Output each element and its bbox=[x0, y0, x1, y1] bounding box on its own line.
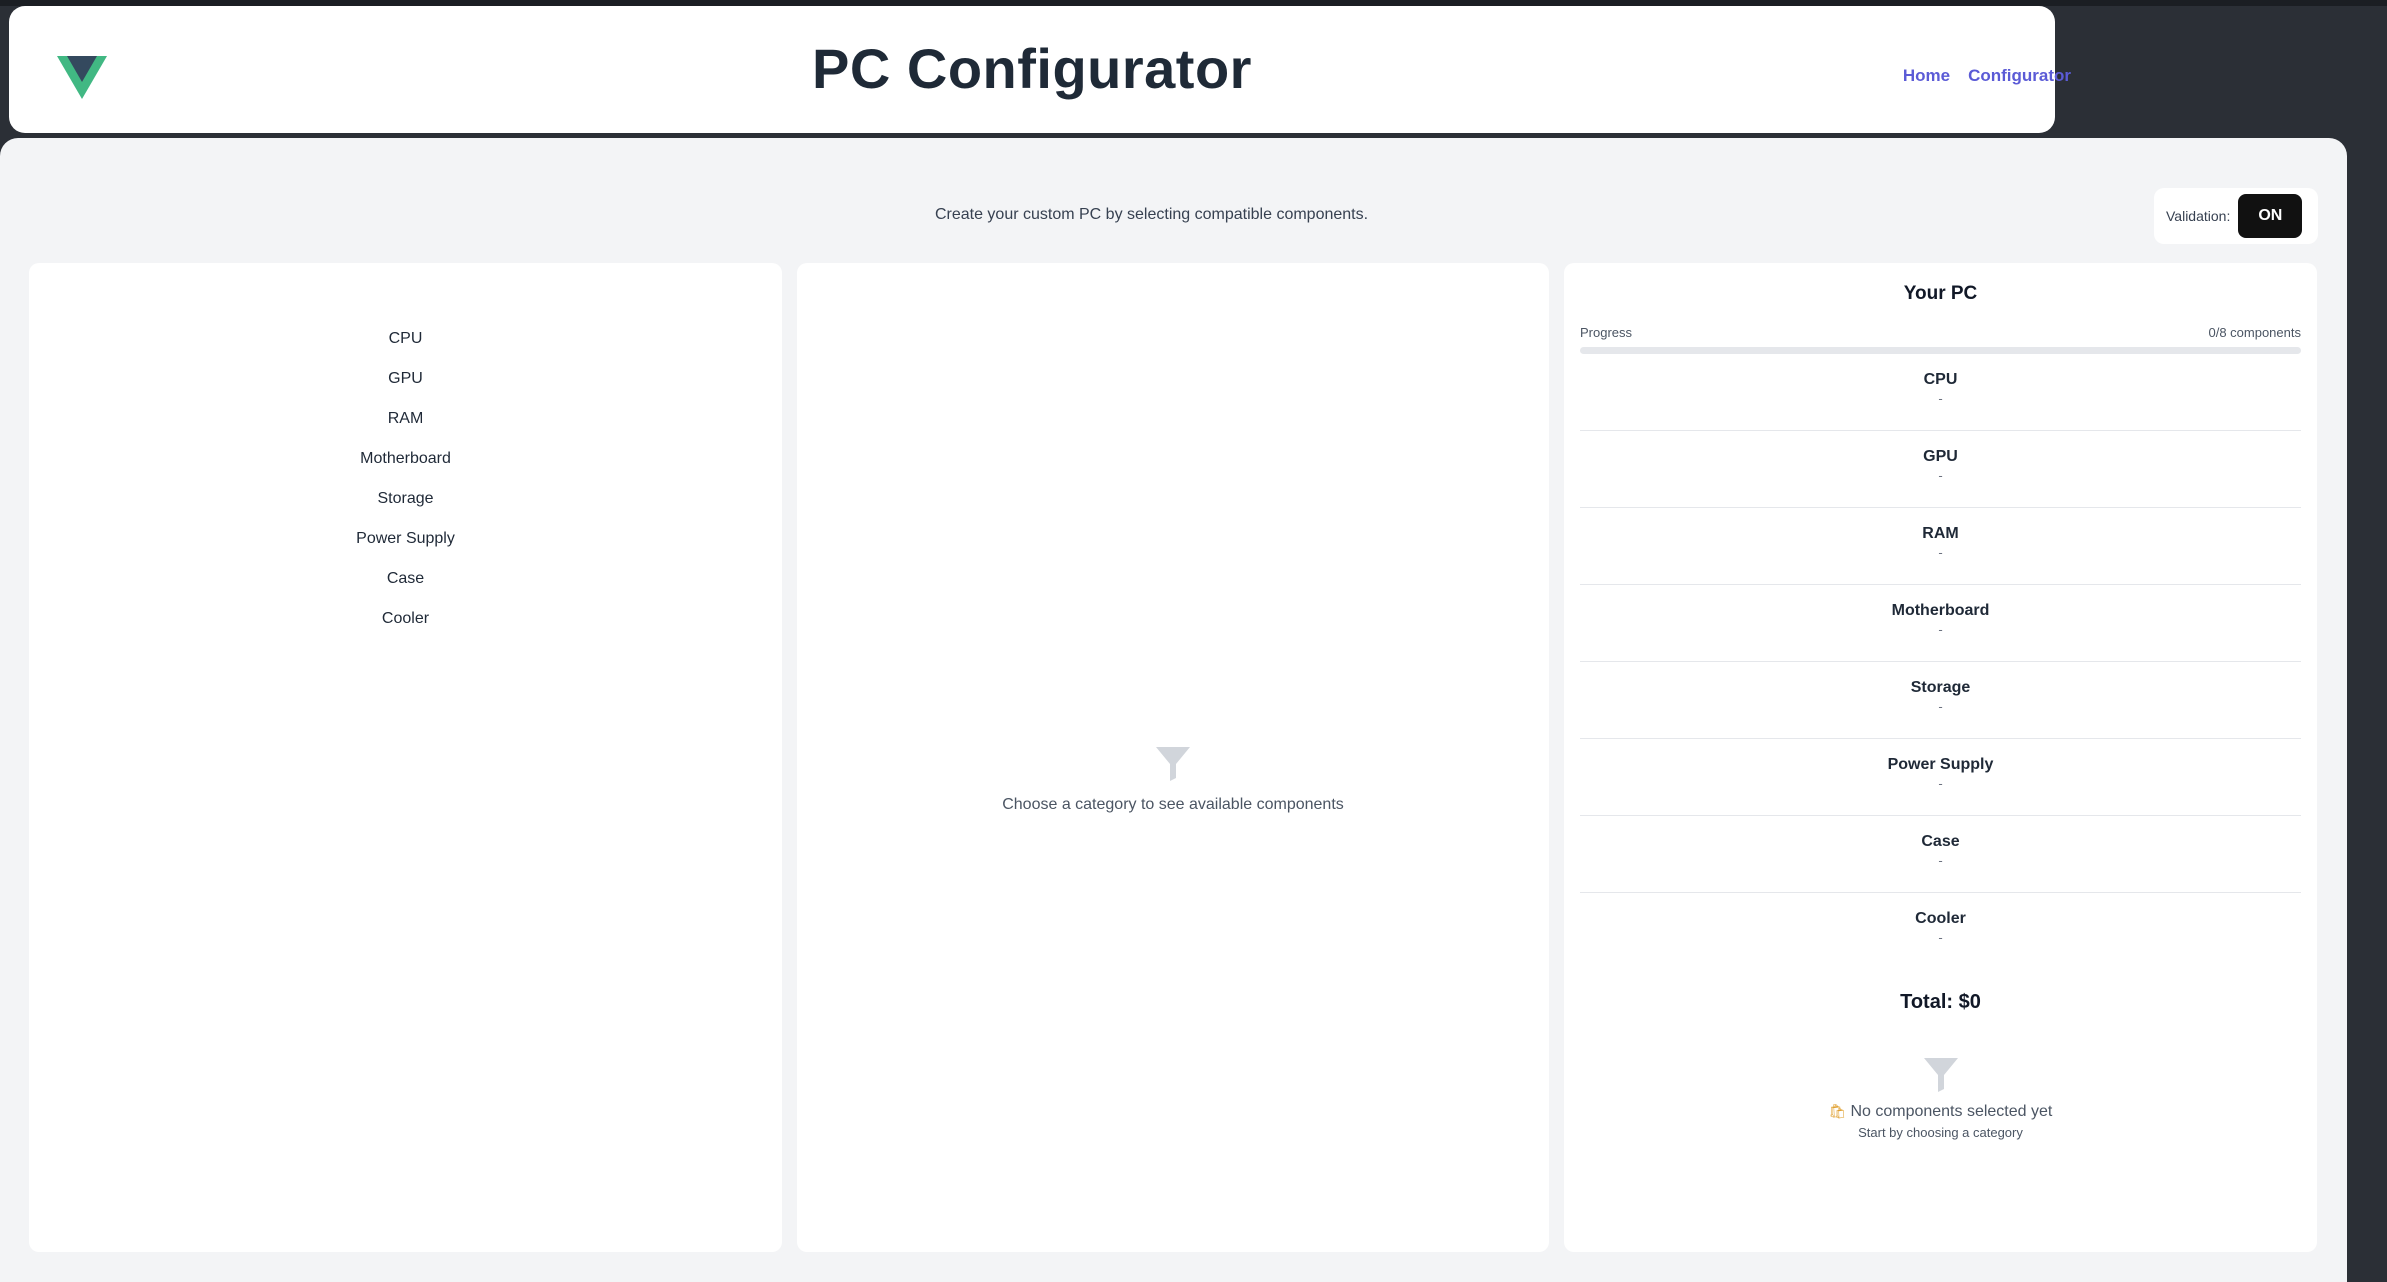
component-empty-message: Choose a category to see available compo… bbox=[1002, 796, 1344, 813]
slot-name: RAM bbox=[1922, 525, 1959, 542]
component-panel: Choose a category to see available compo… bbox=[797, 263, 1549, 1252]
summary-empty-state: 🛍 No components selected yet Start by cho… bbox=[1564, 1054, 2317, 1140]
filter-icon bbox=[1923, 1058, 1958, 1092]
validation-control: Validation: ON bbox=[2154, 188, 2318, 244]
category-list: CPU GPU RAM Motherboard Storage Power Su… bbox=[29, 263, 782, 639]
progress-bar bbox=[1580, 347, 2301, 354]
slot-value: - bbox=[1938, 468, 1943, 483]
slot-value: - bbox=[1938, 699, 1943, 714]
slot-name: CPU bbox=[1923, 371, 1958, 388]
page-title: PC Configurator bbox=[812, 37, 1252, 100]
selected-components-list: CPU - GPU - RAM - Motherboard - Storage … bbox=[1580, 354, 2301, 970]
configurator-main: Create your custom PC by selecting compa… bbox=[0, 138, 2347, 1282]
validation-toggle-button[interactable]: ON bbox=[2238, 194, 2303, 238]
summary-title: Your PC bbox=[1903, 283, 1978, 304]
category-item-cooler[interactable]: Cooler bbox=[29, 599, 782, 639]
slot-name: Power Supply bbox=[1887, 756, 1994, 773]
slot-name: Motherboard bbox=[1891, 602, 1990, 619]
summary-empty-hint: Start by choosing a category bbox=[1858, 1125, 2023, 1140]
page-subtitle: Create your custom PC by selecting compa… bbox=[934, 206, 1369, 223]
category-panel: CPU GPU RAM Motherboard Storage Power Su… bbox=[29, 263, 782, 1252]
progress-label: Progress bbox=[1580, 325, 1633, 340]
summary-slot-case: Case - bbox=[1580, 816, 2301, 893]
slot-value: - bbox=[1938, 930, 1943, 945]
category-item-storage[interactable]: Storage bbox=[29, 479, 782, 519]
total-price: Total: $0 bbox=[1900, 991, 1981, 1013]
build-summary-panel: Your PC Progress 0/8 components CPU - GP… bbox=[1564, 263, 2317, 1252]
progress-header: Progress 0/8 components bbox=[1580, 325, 2301, 340]
category-item-cpu[interactable]: CPU bbox=[29, 319, 782, 359]
summary-slot-cpu: CPU - bbox=[1580, 354, 2301, 431]
category-item-ram[interactable]: RAM bbox=[29, 399, 782, 439]
summary-empty-title: No components selected yet bbox=[1850, 1103, 2053, 1120]
summary-slot-power-supply: Power Supply - bbox=[1580, 739, 2301, 816]
app-header: PC Configurator Home Configurator bbox=[9, 6, 2071, 133]
category-item-power-supply[interactable]: Power Supply bbox=[29, 519, 782, 559]
filter-icon bbox=[1156, 747, 1190, 781]
slot-value: - bbox=[1938, 853, 1943, 868]
summary-slot-cooler: Cooler - bbox=[1580, 893, 2301, 970]
slot-name: Cooler bbox=[1915, 910, 1966, 927]
progress-count: 0/8 components bbox=[2208, 325, 2301, 340]
shopping-bag-icon: 🛍 bbox=[1828, 1103, 1847, 1119]
summary-slot-storage: Storage - bbox=[1580, 662, 2301, 739]
category-item-gpu[interactable]: GPU bbox=[29, 359, 782, 399]
top-nav: Home Configurator bbox=[1903, 66, 2071, 86]
component-empty-state: Choose a category to see available compo… bbox=[797, 743, 1549, 814]
slot-value: - bbox=[1938, 776, 1943, 791]
category-item-case[interactable]: Case bbox=[29, 559, 782, 599]
slot-value: - bbox=[1938, 622, 1943, 637]
slot-name: Storage bbox=[1910, 679, 1971, 696]
slot-name: Case bbox=[1921, 833, 1960, 850]
slot-value: - bbox=[1938, 391, 1943, 406]
summary-slot-ram: RAM - bbox=[1580, 508, 2301, 585]
slot-value: - bbox=[1938, 545, 1943, 560]
slot-name: GPU bbox=[1923, 448, 1958, 465]
validation-label: Validation: bbox=[2166, 208, 2231, 224]
nav-link-configurator[interactable]: Configurator bbox=[1968, 66, 2071, 86]
summary-slot-motherboard: Motherboard - bbox=[1580, 585, 2301, 662]
summary-empty-title-row: 🛍 No components selected yet bbox=[1564, 1103, 2317, 1121]
nav-link-home[interactable]: Home bbox=[1903, 66, 1950, 86]
summary-slot-gpu: GPU - bbox=[1580, 431, 2301, 508]
category-item-motherboard[interactable]: Motherboard bbox=[29, 439, 782, 479]
